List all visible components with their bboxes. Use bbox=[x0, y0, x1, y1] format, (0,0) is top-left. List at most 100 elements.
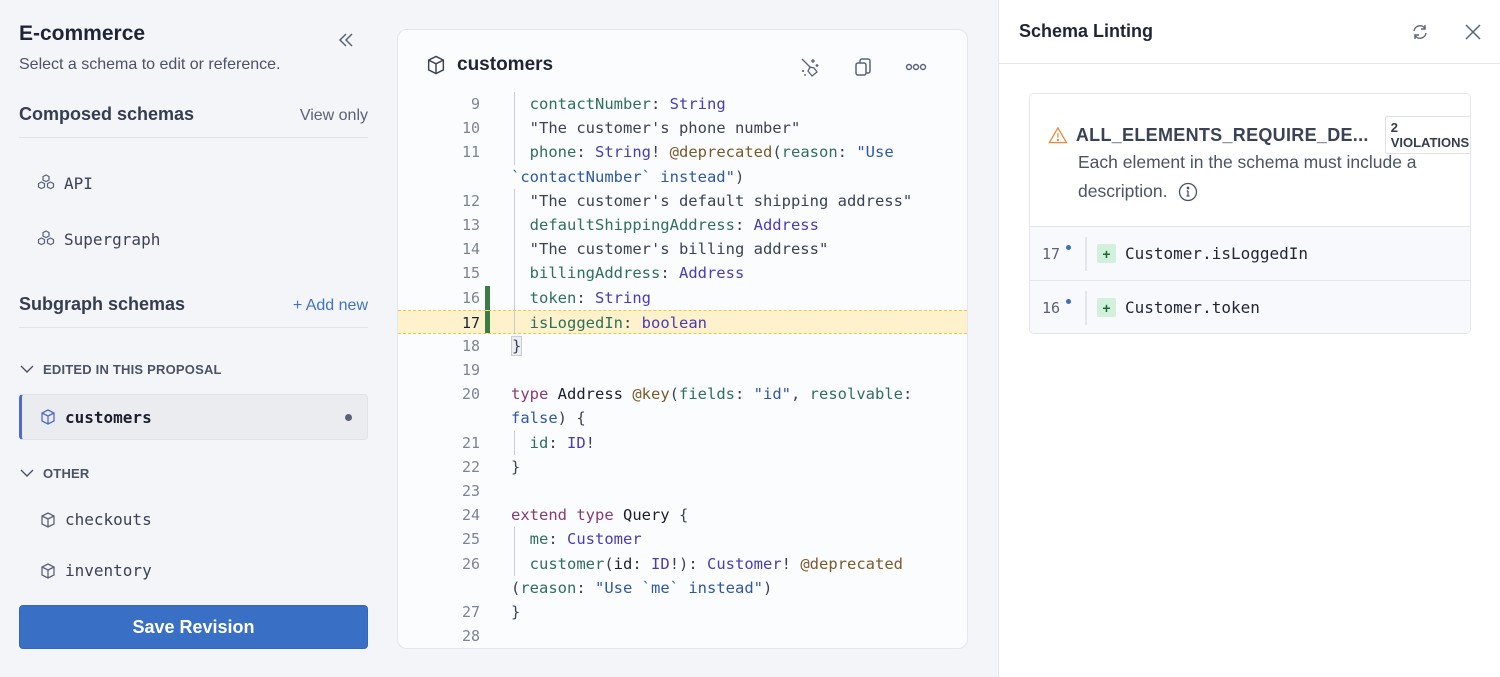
code-line[interactable]: 12 "The customer's default shipping addr… bbox=[398, 188, 967, 213]
code-text: token: String bbox=[511, 286, 651, 310]
code-token: extend type bbox=[511, 506, 623, 525]
code-line[interactable]: 9 contactNumber: String bbox=[398, 92, 967, 117]
schema-item-api[interactable]: API bbox=[36, 173, 93, 193]
schema-item-supergraph[interactable]: Supergraph bbox=[36, 229, 160, 249]
line-number: 28 bbox=[461, 627, 480, 646]
violation-line: 17 bbox=[1030, 236, 1087, 271]
code-line-wrap[interactable]: (reason: "Use `me` instead") bbox=[398, 576, 967, 600]
subgraph-item-customers[interactable]: customers bbox=[19, 394, 368, 440]
code-token: "The customer's default shipping address… bbox=[511, 191, 913, 210]
composed-schemas-header: Composed schemas View only bbox=[19, 104, 368, 138]
code-line[interactable]: 10 "The customer's phone number" bbox=[398, 116, 967, 141]
line-number: 22 bbox=[461, 457, 480, 476]
code-text: customer(id: ID!): Customer! @deprecated bbox=[511, 552, 903, 576]
code-token: } bbox=[511, 457, 521, 476]
code-token: contactNumber bbox=[511, 95, 651, 113]
more-options-button[interactable] bbox=[904, 55, 928, 79]
code-token: : bbox=[548, 530, 567, 549]
code-text: type Address @key(fields: "id", resolvab… bbox=[511, 382, 912, 406]
cube-icon bbox=[427, 55, 445, 75]
code-line[interactable]: 26 customer(id: ID!): Customer! @depreca… bbox=[398, 551, 967, 576]
code-line[interactable]: 19 bbox=[398, 358, 967, 382]
code-text: "The customer's phone number" bbox=[511, 116, 801, 140]
cube-icon bbox=[41, 409, 55, 425]
code-line[interactable]: 27} bbox=[398, 600, 967, 624]
linting-title: Schema Linting bbox=[1019, 21, 1154, 41]
schema-linting-panel: Schema Linting ALL_ELEMENTS_REQUIRE_DE..… bbox=[998, 0, 1500, 677]
subgraph-item-inventory[interactable]: inventory bbox=[39, 561, 152, 580]
code-token: String bbox=[669, 95, 726, 113]
subgraph-item-checkouts[interactable]: checkouts bbox=[39, 510, 152, 529]
line-number: 21 bbox=[461, 433, 480, 452]
code-text: defaultShippingAddress: Address bbox=[511, 213, 819, 237]
code-token: !): bbox=[669, 554, 708, 573]
line-number: 16 bbox=[461, 288, 480, 307]
line-number: 18 bbox=[461, 336, 480, 355]
code-line[interactable]: 13 defaultShippingAddress: Address bbox=[398, 212, 967, 238]
violation-row[interactable]: 16 + Customer.token bbox=[1030, 280, 1470, 333]
added-line-marker bbox=[485, 310, 490, 333]
code-token: me bbox=[511, 530, 549, 549]
code-token: Address bbox=[557, 385, 633, 404]
code-token: customer bbox=[511, 554, 605, 573]
code-line[interactable]: 28 bbox=[398, 624, 967, 648]
new-indicator-dot bbox=[1066, 244, 1071, 250]
code-line[interactable]: 11 phone: String! @deprecated(reason: "U… bbox=[398, 140, 967, 165]
schema-item-label: API bbox=[64, 173, 93, 193]
code-token: ( bbox=[511, 578, 521, 597]
code-token: : bbox=[632, 554, 652, 573]
refresh-button[interactable] bbox=[1408, 20, 1432, 44]
code-token: isLoggedIn bbox=[511, 313, 623, 332]
copy-button[interactable] bbox=[851, 55, 875, 79]
code-token: : bbox=[734, 215, 754, 234]
line-number: 12 bbox=[461, 191, 480, 210]
chevron-down-icon bbox=[20, 469, 34, 477]
schema-editor: customers 9 contactNumber: String 10 "The… bbox=[397, 29, 968, 649]
violation-line-number: 16 bbox=[1042, 298, 1061, 317]
broom-sparkle-icon bbox=[801, 58, 819, 77]
violation-line: 16 bbox=[1030, 290, 1087, 325]
line-number: 27 bbox=[461, 602, 480, 621]
violation-row[interactable]: 17 + Customer.isLoggedIn bbox=[1030, 226, 1470, 280]
warning-icon bbox=[1048, 126, 1068, 144]
collapse-sidebar-button[interactable] bbox=[334, 28, 358, 52]
code-line[interactable]: 17 isLoggedIn: boolean bbox=[398, 309, 967, 334]
line-number: 15 bbox=[461, 264, 480, 283]
line-number: 10 bbox=[461, 119, 480, 138]
group-toggle-other[interactable]: OTHER bbox=[19, 465, 90, 481]
lint-rule-name[interactable]: ALL_ELEMENTS_REQUIRE_DE... bbox=[1076, 125, 1369, 146]
cube-icon bbox=[41, 511, 55, 528]
added-badge: + bbox=[1097, 298, 1116, 317]
code-line[interactable]: 20 type Address @key(fields: "id", resolv… bbox=[398, 382, 967, 406]
group-toggle-edited[interactable]: EDITED IN THIS PROPOSAL bbox=[19, 361, 222, 377]
cube-icon bbox=[41, 562, 55, 579]
code-line[interactable]: 16 token: String bbox=[398, 285, 967, 310]
save-revision-button[interactable]: Save Revision bbox=[19, 605, 368, 649]
added-badge: + bbox=[1097, 244, 1116, 263]
code-token: reason bbox=[781, 143, 838, 162]
code-token: ID bbox=[567, 433, 586, 452]
format-schema-button[interactable] bbox=[798, 55, 822, 79]
code-line[interactable]: 14 "The customer's billing address" bbox=[398, 237, 967, 262]
code-text: "The customer's default shipping address… bbox=[511, 189, 913, 213]
group-label: EDITED IN THIS PROPOSAL bbox=[43, 361, 222, 377]
close-panel-button[interactable] bbox=[1461, 20, 1485, 44]
add-new-subgraph-link[interactable]: + Add new bbox=[293, 297, 368, 315]
code-line[interactable]: 23 bbox=[398, 479, 967, 503]
editor-header: customers bbox=[425, 54, 553, 76]
code-line[interactable]: 18} bbox=[398, 334, 967, 358]
info-icon[interactable] bbox=[1178, 182, 1198, 202]
code-line-wrap[interactable]: false) { bbox=[398, 406, 967, 430]
code-token: @deprecated bbox=[669, 143, 773, 162]
code-line[interactable]: 24 extend type Query { bbox=[398, 503, 967, 527]
code-token: } bbox=[511, 602, 521, 621]
code-line[interactable]: 22} bbox=[398, 455, 967, 479]
code-line[interactable]: 21 id: ID! bbox=[398, 430, 967, 455]
code-area[interactable]: 9 contactNumber: String 10 "The customer'… bbox=[398, 92, 967, 648]
code-line[interactable]: 15 billingAddress: Address bbox=[398, 261, 967, 286]
line-number: 9 bbox=[470, 95, 480, 113]
code-token: ! bbox=[585, 433, 596, 452]
code-token: : bbox=[576, 288, 595, 307]
code-line-wrap[interactable]: `contactNumber` instead") bbox=[398, 165, 967, 189]
code-line[interactable]: 25 me: Customer bbox=[398, 527, 967, 552]
